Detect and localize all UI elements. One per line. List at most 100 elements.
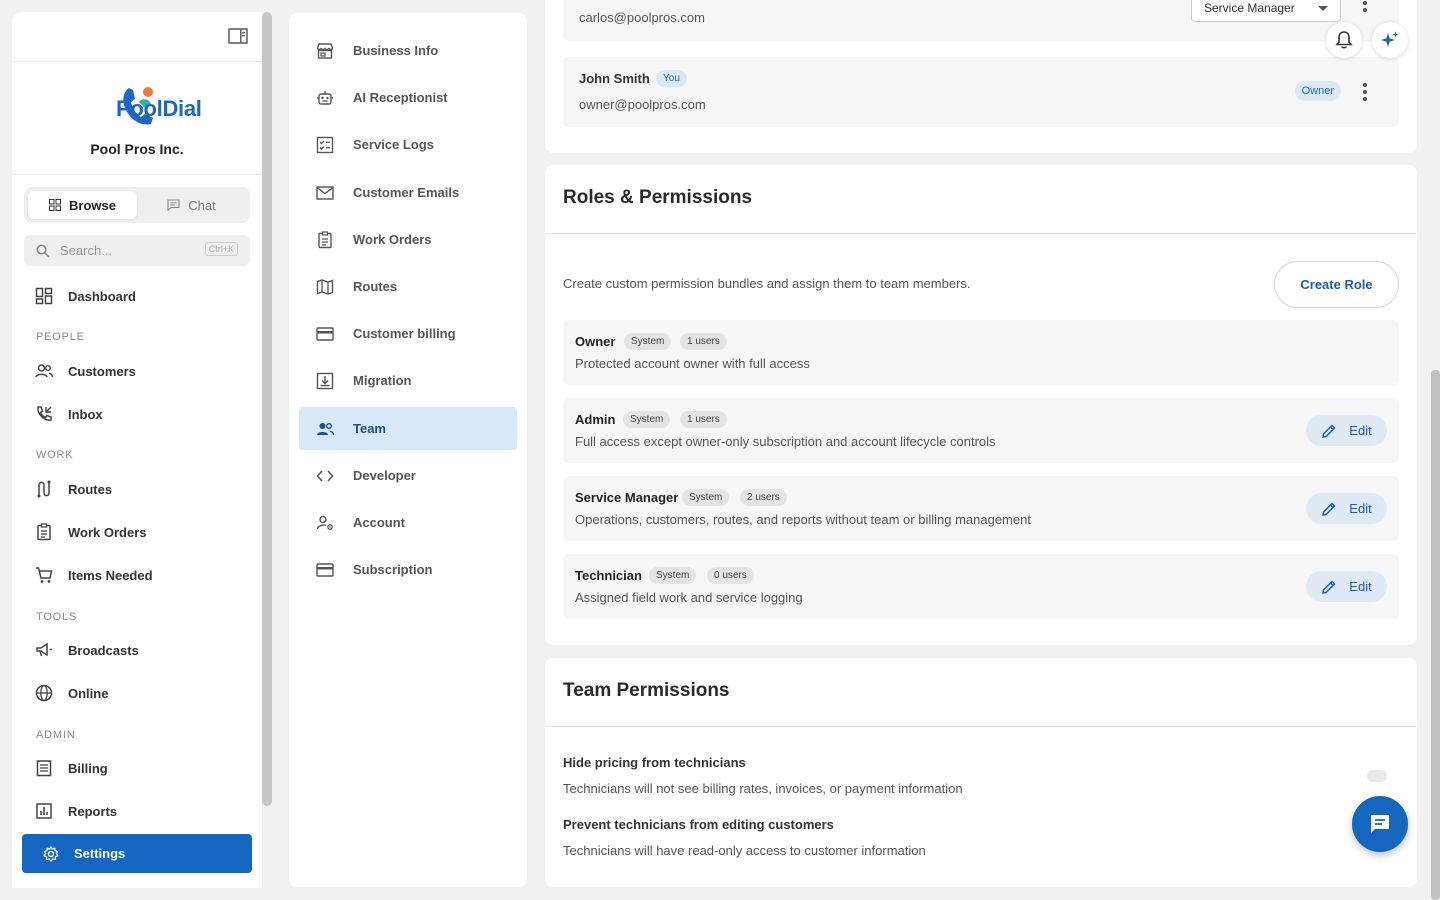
role-name: Service Manager <box>575 490 679 505</box>
member-more-menu-icon[interactable] <box>1363 83 1367 104</box>
member-more-menu-icon[interactable] <box>1363 0 1367 15</box>
hide-pricing-toggle[interactable] <box>1367 770 1387 782</box>
sidebar-toggle-icon[interactable] <box>228 28 248 44</box>
chat-tab[interactable]: Chat <box>137 191 246 219</box>
settings-nav-migration[interactable]: Migration <box>299 359 517 402</box>
sparkle-icon <box>1381 31 1399 47</box>
sidebar-item-label: Items Needed <box>68 567 153 583</box>
sidebar-item-routes[interactable]: Routes <box>34 473 112 505</box>
sidebar-item-label: Billing <box>68 760 108 776</box>
settings-nav-customer-billing[interactable]: Customer billing <box>299 312 517 355</box>
settings-nav-developer[interactable]: Developer <box>299 454 517 497</box>
dashboard-icon <box>35 287 53 305</box>
sidebar-item-work-orders[interactable]: Work Orders <box>34 516 147 548</box>
role-description: Operations, customers, routes, and repor… <box>575 512 1031 527</box>
bell-icon <box>1335 31 1353 49</box>
chat-bubble-icon <box>167 199 180 211</box>
roles-description: Create custom permission bundles and ass… <box>563 276 971 291</box>
download-box-icon <box>316 372 334 389</box>
roles-section-title: Roles & Permissions <box>563 187 753 208</box>
edit-role-button[interactable]: Edit <box>1306 415 1387 446</box>
ai-assistant-button[interactable] <box>1372 22 1408 58</box>
sidebar-item-dashboard[interactable]: Dashboard <box>34 280 136 312</box>
users-count-badge: 1 users <box>680 333 727 350</box>
browse-tab[interactable]: Browse <box>28 191 137 219</box>
settings-nav-business-info[interactable]: Business Info <box>299 29 517 72</box>
edit-label: Edit <box>1349 579 1372 594</box>
settings-nav-label: AI Receptionist <box>353 90 448 105</box>
sidebar-item-customers[interactable]: Customers <box>34 355 136 387</box>
map-icon <box>316 278 334 295</box>
edit-role-button[interactable]: Edit <box>1306 493 1387 524</box>
member-role-badge: Owner <box>1294 81 1341 101</box>
sidebar-item-label: Online <box>68 685 109 701</box>
settings-nav-service-logs[interactable]: Service Logs <box>299 123 517 166</box>
settings-nav-label: Developer <box>353 468 416 483</box>
globe-icon <box>35 684 53 702</box>
storefront-icon <box>316 42 334 59</box>
roles-permissions-card: Roles & Permissions Create custom permis… <box>545 165 1417 645</box>
role-name: Admin <box>575 412 616 427</box>
member-row: carlos@poolpros.com Service Manager <box>563 0 1399 41</box>
settings-nav-customer-emails[interactable]: Customer Emails <box>299 171 517 214</box>
permission-title: Hide pricing from technicians <box>563 755 746 770</box>
settings-nav-label: Subscription <box>353 562 433 577</box>
system-badge: System <box>623 411 671 428</box>
divider <box>545 233 1417 234</box>
shortcut-hint: Ctrl+K <box>204 242 238 256</box>
team-permissions-title: Team Permissions <box>563 680 730 701</box>
settings-nav-subscription[interactable]: Subscription <box>299 548 517 591</box>
settings-nav-label: Account <box>353 515 405 530</box>
browse-label: Browse <box>69 197 116 213</box>
section-admin-label: ADMIN <box>36 729 76 741</box>
company-name: Pool Pros Inc. <box>90 141 184 157</box>
settings-nav-routes[interactable]: Routes <box>299 265 517 308</box>
member-role-select[interactable]: Service Manager <box>1191 0 1341 22</box>
create-role-button[interactable]: Create Role <box>1274 261 1399 308</box>
pencil-icon <box>1322 501 1336 516</box>
sidebar-item-items-needed[interactable]: Items Needed <box>34 559 153 591</box>
permission-description: Technicians will not see billing rates, … <box>563 781 963 796</box>
page-scrollbar[interactable] <box>1431 370 1440 900</box>
member-email: owner@poolpros.com <box>579 97 706 112</box>
member-email: carlos@poolpros.com <box>579 10 705 25</box>
sidebar-search[interactable]: Ctrl+K <box>24 235 250 266</box>
settings-nav-ai-receptionist[interactable]: AI Receptionist <box>299 76 517 119</box>
sidebar-item-online[interactable]: Online <box>34 677 108 709</box>
sidebar-item-label: Settings <box>74 846 126 861</box>
chat-fab-button[interactable] <box>1352 796 1408 852</box>
sidebar-scrollbar[interactable] <box>262 12 272 806</box>
cart-icon <box>36 567 53 583</box>
route-icon <box>37 480 51 498</box>
sidebar-item-billing[interactable]: Billing <box>34 752 108 784</box>
sidebar-item-reports[interactable]: Reports <box>34 795 117 827</box>
settings-nav-label: Customer Emails <box>353 185 460 200</box>
notifications-button[interactable] <box>1326 22 1362 58</box>
mail-icon <box>316 185 334 200</box>
phone-callback-icon <box>37 406 52 421</box>
credit-card-icon <box>316 326 334 341</box>
settings-nav-account[interactable]: Account <box>299 501 517 544</box>
search-input[interactable] <box>60 243 190 258</box>
role-row-service-manager: Service Manager System 2 users Operation… <box>563 476 1399 541</box>
settings-nav-label: Work Orders <box>353 232 432 247</box>
settings-nav-label: Business Info <box>353 43 439 58</box>
sidebar-item-settings[interactable]: Settings <box>22 834 252 873</box>
edit-role-button[interactable]: Edit <box>1306 571 1387 602</box>
pencil-icon <box>1322 423 1336 438</box>
edit-label: Edit <box>1349 423 1372 438</box>
user-settings-icon <box>316 515 333 530</box>
sidebar: PoolDial Pool Pros Inc. Browse Chat Ctrl… <box>12 12 262 888</box>
sidebar-item-broadcasts[interactable]: Broadcasts <box>34 634 139 666</box>
system-badge: System <box>624 333 672 350</box>
sidebar-item-label: Routes <box>68 481 113 497</box>
clipboard-icon <box>318 230 332 248</box>
settings-nav-work-orders[interactable]: Work Orders <box>299 218 517 261</box>
sidebar-item-inbox[interactable]: Inbox <box>34 398 103 430</box>
sidebar-item-label: Work Orders <box>68 524 147 540</box>
settings-nav-label: Customer billing <box>353 326 456 341</box>
mode-switch: Browse Chat <box>24 187 250 223</box>
settings-nav-label: Migration <box>353 373 412 388</box>
settings-nav-team[interactable]: Team <box>299 407 517 450</box>
people-icon <box>35 364 54 378</box>
